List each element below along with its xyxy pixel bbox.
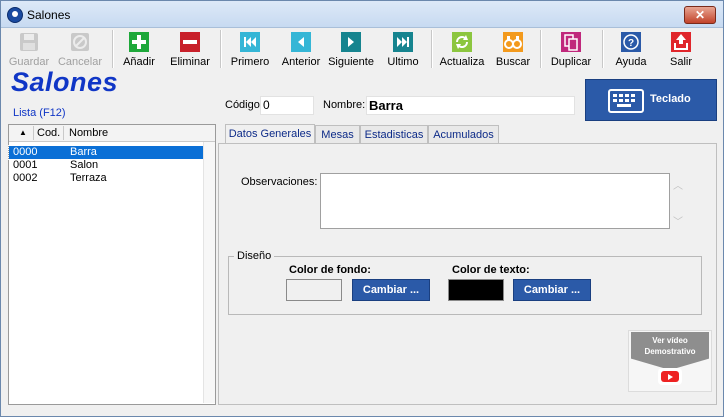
column-divider [63,126,64,140]
toolbar-separator [431,30,433,68]
search-button[interactable]: Buscar [492,28,534,70]
list-header: ▲ Cod. Nombre [9,125,215,142]
previous-icon [291,32,311,52]
youtube-icon [658,368,682,385]
lista-label: Lista (F12) [13,107,66,119]
last-label: Ultimo [387,56,419,68]
sort-arrow-icon[interactable]: ▲ [19,128,27,137]
salones-list[interactable]: ▲ Cod. Nombre 0000 Barra 0001 Salon 0002… [8,124,216,405]
list-item-cod: 0001 [13,159,38,171]
cambiar-fondo-button[interactable]: Cambiar ... [352,279,430,301]
color-texto-swatch [448,279,504,301]
save-icon [20,33,38,51]
cancel-icon [71,33,89,51]
teclado-button[interactable]: Teclado [585,79,717,121]
binoculars-icon [503,32,523,52]
list-item[interactable]: 0000 Barra [8,145,204,160]
list-item-nombre: Terraza [70,172,107,184]
observaciones-field[interactable] [320,173,670,229]
save-button[interactable]: Guardar [6,28,52,70]
column-divider [33,126,34,140]
tab-acumulados[interactable]: Acumulados [428,125,499,145]
column-header-cod[interactable]: Cod. [37,127,60,139]
duplicate-button[interactable]: Duplicar [547,28,595,70]
codigo-field[interactable]: 0 [260,96,314,115]
teclado-label: Teclado [650,93,691,105]
tab-estadisticas[interactable]: Estadisticas [360,125,428,145]
list-item[interactable]: 0002 Terraza [9,172,203,185]
tab-datos-generales[interactable]: Datos Generales [225,124,315,145]
list-scrollbar[interactable] [203,142,215,403]
search-label: Buscar [495,56,531,68]
exit-label: Salir [669,56,692,68]
duplicate-label: Duplicar [550,56,592,68]
toolbar-separator [112,30,114,68]
title-bar: Salones ✕ [1,1,723,28]
first-icon [240,32,260,52]
previous-button[interactable]: Anterior [278,28,324,70]
duplicate-icon [561,32,581,52]
list-item-cod: 0000 [13,146,38,158]
list-item-nombre: Salon [70,159,99,171]
app-icon [7,7,23,23]
video-line2: Demostrativo [644,347,696,356]
last-icon [393,32,413,52]
svg-text:?: ? [628,38,634,49]
toolbar-separator [220,30,222,68]
previous-label: Anterior [281,56,321,68]
list-item[interactable]: 0001 Salon [9,159,203,172]
tab-mesas[interactable]: Mesas [315,125,360,145]
exit-icon [671,32,691,52]
close-button[interactable]: ✕ [684,6,716,24]
nombre-field[interactable]: Barra [366,96,575,115]
delete-icon [180,32,200,52]
refresh-icon [452,32,472,52]
codigo-label: Código: [225,99,263,111]
diseno-legend: Diseño [234,250,275,262]
delete-button[interactable]: Eliminar [167,28,213,70]
keyboard-icon [608,89,644,113]
first-button[interactable]: Primero [227,28,273,70]
refresh-button[interactable]: Actualiza [438,28,486,70]
scroll-up-icon[interactable]: ︿ [673,177,683,192]
list-item-cod: 0002 [13,172,38,184]
observaciones-label: Observaciones: [241,176,318,188]
toolbar-separator [602,30,604,68]
color-texto-label: Color de texto: [452,264,530,276]
help-icon: ? [621,32,641,52]
exit-button[interactable]: Salir [662,28,700,70]
help-label: Ayuda [615,56,647,68]
add-button[interactable]: Añadir [118,28,160,70]
delete-label: Eliminar [170,56,210,68]
list-item-nombre: Barra [70,146,97,158]
salones-window: Salones ✕ Guardar Cancelar Añadir Elimin… [0,0,724,417]
first-label: Primero [230,56,270,68]
color-fondo-label: Color de fondo: [289,264,371,276]
last-button[interactable]: Ultimo [382,28,424,70]
color-fondo-swatch [286,279,342,301]
add-label: Añadir [123,56,155,68]
page-title: Salones [11,67,119,97]
cancel-button[interactable]: Cancelar [55,28,105,70]
next-icon [341,32,361,52]
toolbar: Guardar Cancelar Añadir Eliminar Primero… [1,28,723,70]
cambiar-texto-button[interactable]: Cambiar ... [513,279,591,301]
video-text: Ver vídeo Demostrativo [629,335,711,357]
help-button[interactable]: ? Ayuda [611,28,651,70]
video-line1: Ver vídeo [652,336,688,345]
next-button[interactable]: Siguiente [327,28,375,70]
column-header-nombre[interactable]: Nombre [69,127,108,139]
ver-video-button[interactable]: Ver vídeo Demostrativo [628,330,712,392]
window-title: Salones [27,8,71,22]
next-label: Siguiente [328,56,374,68]
add-icon [129,32,149,52]
toolbar-separator [540,30,542,68]
scroll-down-icon[interactable]: ﹀ [673,213,683,228]
refresh-label: Actualiza [439,56,485,68]
nombre-label: Nombre: [323,99,366,111]
